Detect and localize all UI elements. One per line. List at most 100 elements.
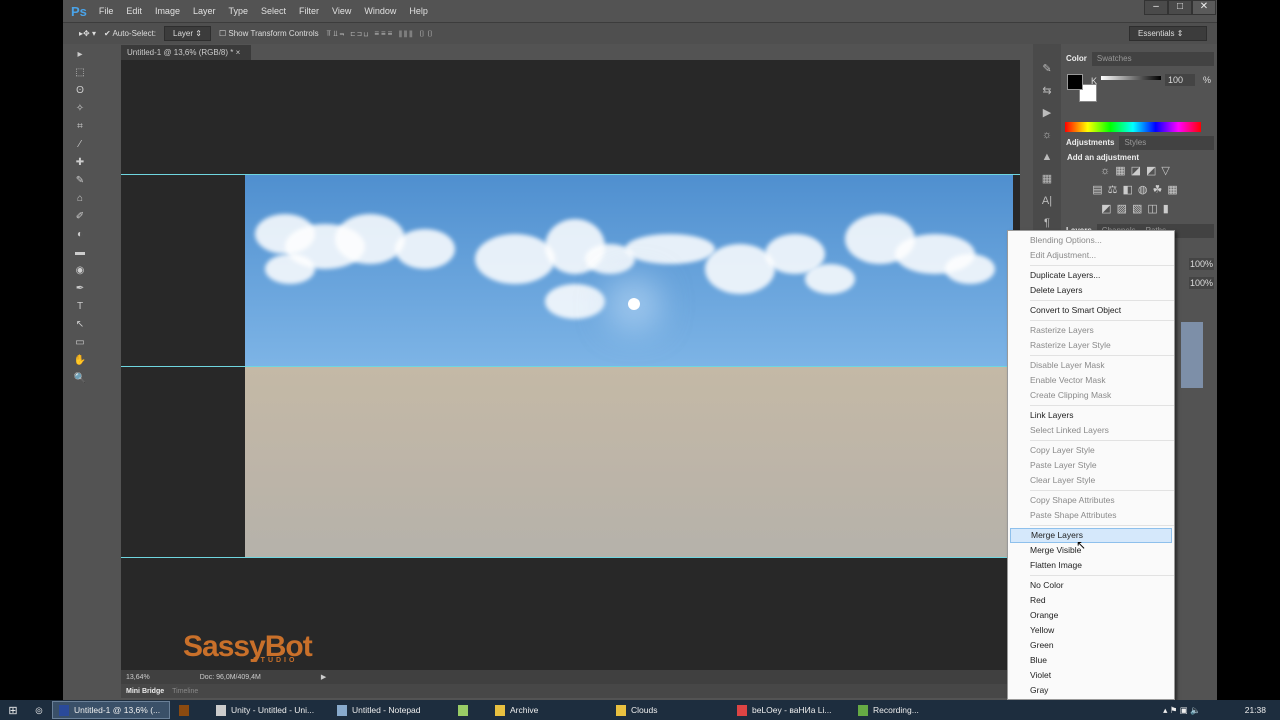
- menu-item-blue[interactable]: Blue: [1008, 653, 1174, 668]
- tab-swatches[interactable]: Swatches: [1092, 52, 1137, 66]
- tool-icon[interactable]: ⬚: [73, 66, 87, 80]
- menu-file[interactable]: File: [99, 6, 114, 16]
- auto-select-dropdown[interactable]: Layer ⇕: [164, 26, 211, 41]
- tool-icon[interactable]: ʘ: [73, 84, 87, 98]
- selected-layers[interactable]: [1181, 322, 1203, 388]
- taskbar-item[interactable]: Untitled - Notepad: [331, 701, 449, 719]
- taskbar-item[interactable]: Untitled-1 @ 13,6% (...: [52, 701, 170, 719]
- tool-icon[interactable]: ✎: [73, 174, 87, 188]
- tool-icon[interactable]: T: [73, 300, 87, 314]
- ground-layer: [245, 366, 1013, 557]
- auto-select-label: Auto-Select:: [112, 29, 157, 38]
- tab-styles[interactable]: Styles: [1119, 136, 1151, 150]
- menu-item-paste-shape-attributes: Paste Shape Attributes: [1030, 510, 1117, 520]
- menu-help[interactable]: Help: [409, 6, 428, 16]
- menu-image[interactable]: Image: [155, 6, 180, 16]
- tool-icon[interactable]: ◐: [73, 228, 87, 242]
- tool-icon[interactable]: ✐: [73, 210, 87, 224]
- menu-filter[interactable]: Filter: [299, 6, 319, 16]
- guide-line[interactable]: [121, 557, 1020, 558]
- dock-icons[interactable]: ✎ ⇆ ▶ ☼ ▲ ▦ A| ¶: [1033, 44, 1061, 234]
- fill-input[interactable]: 100%: [1189, 277, 1215, 289]
- menu-item-create-clipping-mask: Create Clipping Mask: [1030, 390, 1112, 400]
- menu-item-convert-to-smart-object[interactable]: Convert to Smart Object: [1008, 303, 1174, 318]
- align-icons[interactable]: ⫪⫫⫬ ⊏⊐⊔ ≡≡≡ ⫴⫴⫴ ▯▯: [327, 29, 435, 39]
- tool-icon[interactable]: ▬: [73, 246, 87, 260]
- app-icon: [616, 704, 626, 716]
- tab-timeline[interactable]: Timeline: [172, 688, 198, 695]
- close-button[interactable]: ✕: [1192, 0, 1216, 15]
- tray-icons[interactable]: ▴ ⚑ ▣ 🔈: [1163, 705, 1201, 716]
- move-tool-icon[interactable]: ▸✥ ▾: [79, 29, 96, 38]
- menu-item-green[interactable]: Green: [1008, 638, 1174, 653]
- taskbar-item[interactable]: Archive: [489, 701, 607, 719]
- tool-icon[interactable]: ▭: [73, 336, 87, 350]
- chrome-pinned-icon[interactable]: ◎: [26, 705, 52, 716]
- menu-item-copy-layer-style: Copy Layer Style: [1030, 445, 1095, 455]
- menu-item-delete-layers[interactable]: Delete Layers: [1008, 283, 1174, 298]
- k-value-input[interactable]: 100: [1165, 74, 1195, 86]
- maximize-button[interactable]: □: [1168, 0, 1192, 15]
- foreground-color-swatch[interactable]: [1067, 74, 1083, 90]
- menu-item-flatten-image[interactable]: Flatten Image: [1008, 558, 1174, 573]
- tool-icon[interactable]: ✚: [73, 156, 87, 170]
- color-spectrum[interactable]: [1065, 122, 1201, 132]
- menu-item-link-layers[interactable]: Link Layers: [1008, 408, 1174, 423]
- tool-icon[interactable]: ▸: [73, 48, 87, 62]
- menu-item-duplicate-layers[interactable]: Duplicate Layers...: [1008, 268, 1174, 283]
- menu-window[interactable]: Window: [364, 6, 396, 16]
- tool-icon[interactable]: ✧: [73, 102, 87, 116]
- opacity-input[interactable]: 100%: [1189, 258, 1215, 270]
- guide-line[interactable]: [121, 174, 1020, 175]
- zoom-level[interactable]: 13,64%: [126, 674, 150, 681]
- taskbar-item[interactable]: beLOey - ваНИа Li...: [731, 701, 849, 719]
- minimize-button[interactable]: –: [1144, 0, 1168, 15]
- menu-item-yellow[interactable]: Yellow: [1008, 623, 1174, 638]
- show-transform-checkbox[interactable]: ☐ Show Transform Controls: [219, 29, 319, 38]
- tool-icon[interactable]: ↖: [73, 318, 87, 332]
- menu-item-merge-visible[interactable]: Merge Visible: [1008, 543, 1174, 558]
- menu-item-violet[interactable]: Violet: [1008, 668, 1174, 683]
- menu-item-orange[interactable]: Orange: [1008, 608, 1174, 623]
- menu-item-no-color[interactable]: No Color: [1008, 578, 1174, 593]
- taskbar-item[interactable]: Recording...: [852, 701, 970, 719]
- sky-layer: [245, 174, 1013, 366]
- guide-line[interactable]: [121, 366, 1020, 367]
- tab-adjustments[interactable]: Adjustments: [1061, 136, 1120, 150]
- taskbar-item[interactable]: [452, 701, 486, 719]
- workspace-dropdown[interactable]: Essentials ⇕: [1129, 26, 1207, 41]
- app-icon: [59, 704, 69, 716]
- k-slider[interactable]: [1101, 76, 1161, 80]
- taskbar-item[interactable]: [173, 701, 207, 719]
- tool-icon[interactable]: 🔍: [73, 372, 87, 386]
- menu-select[interactable]: Select: [261, 6, 286, 16]
- close-tab-icon[interactable]: ×: [236, 48, 241, 57]
- taskbar-item[interactable]: Clouds: [610, 701, 728, 719]
- canvas-area[interactable]: SassyBot STUDIO: [121, 60, 1020, 670]
- tool-icon[interactable]: ⁄: [73, 138, 87, 152]
- tool-icon[interactable]: ◉: [73, 264, 87, 278]
- menu-layer[interactable]: Layer: [193, 6, 216, 16]
- menu-item-clear-layer-style: Clear Layer Style: [1030, 475, 1096, 485]
- app-icon: [495, 704, 505, 716]
- status-arrow-icon[interactable]: ▶: [321, 673, 326, 681]
- menu-edit[interactable]: Edit: [126, 6, 142, 16]
- tab-color[interactable]: Color: [1061, 52, 1092, 66]
- menu-view[interactable]: View: [332, 6, 351, 16]
- tool-icon[interactable]: ✒: [73, 282, 87, 296]
- start-button-icon[interactable]: ⊞: [0, 704, 26, 717]
- clock: 21:38: [1244, 705, 1266, 715]
- auto-select-checkbox[interactable]: ✔ Auto-Select:: [104, 29, 156, 38]
- taskbar-item[interactable]: Unity - Untitled - Uni...: [210, 701, 328, 719]
- menu-item-gray[interactable]: Gray: [1008, 683, 1174, 698]
- tool-icon[interactable]: ⌗: [73, 120, 87, 134]
- menu-type[interactable]: Type: [228, 6, 248, 16]
- app-icon: [179, 704, 189, 716]
- tool-icon[interactable]: ⌂: [73, 192, 87, 206]
- menu-item-merge-layers[interactable]: Merge Layers: [1010, 528, 1172, 543]
- menu-item-red[interactable]: Red: [1008, 593, 1174, 608]
- document-tab[interactable]: Untitled-1 @ 13,6% (RGB/8) * ×: [121, 45, 251, 60]
- tool-icon[interactable]: ✋: [73, 354, 87, 368]
- adjustment-icons[interactable]: ☼▦◪◩▽ ▤⚖◧◍☘▦ ◩▨▧◫▮: [1067, 162, 1208, 219]
- tab-mini-bridge[interactable]: Mini Bridge: [126, 688, 164, 695]
